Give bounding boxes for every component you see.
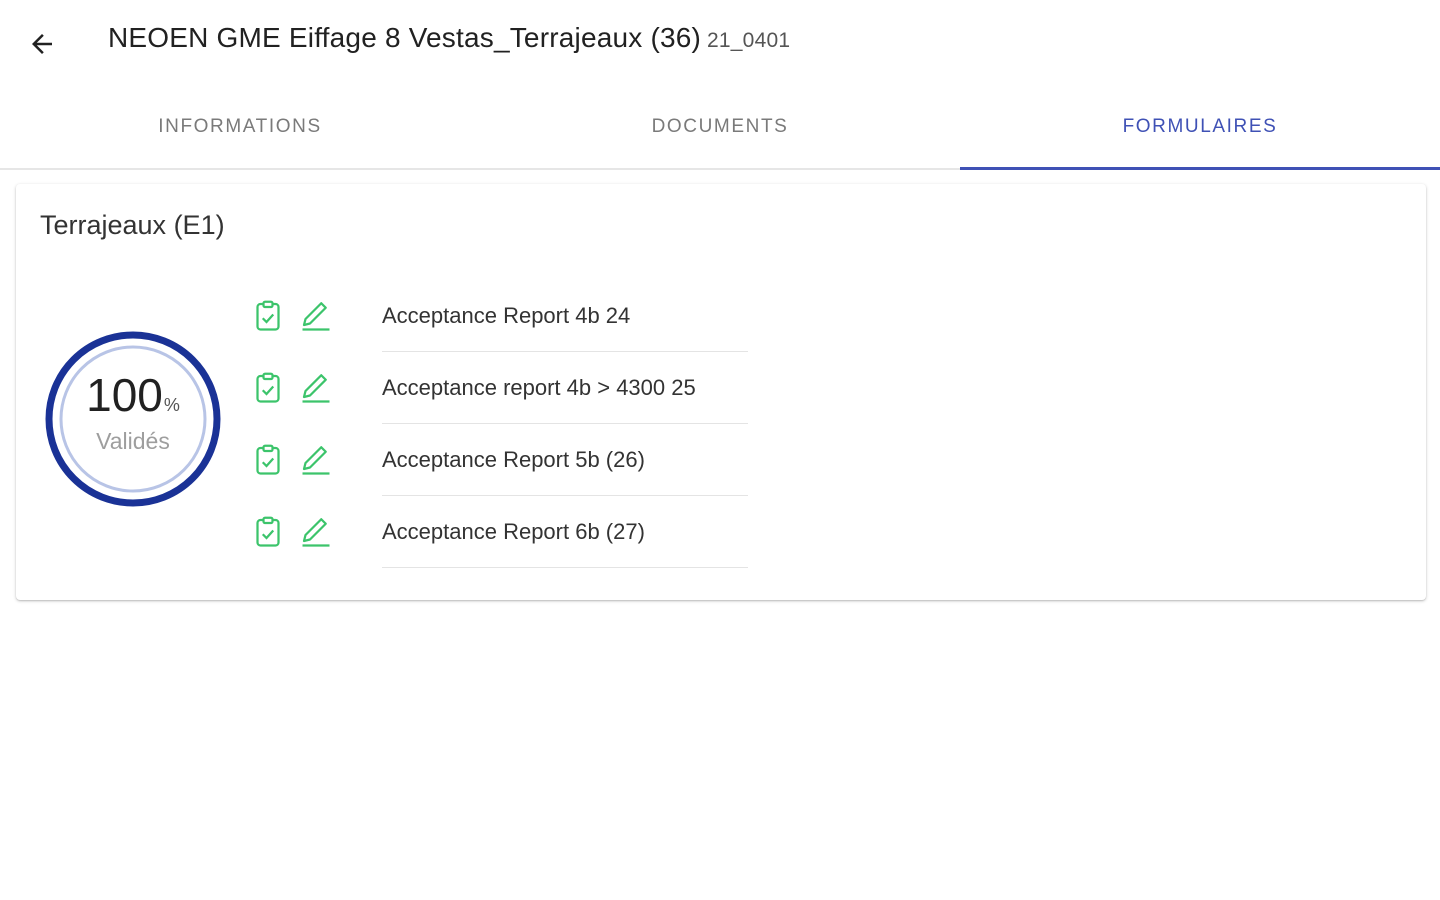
page-title: NEOEN GME Eiffage 8 Vestas_Terrajeaux (3… <box>108 22 790 54</box>
app-header: NEOEN GME Eiffage 8 Vestas_Terrajeaux (3… <box>0 0 1440 86</box>
clipboard-check-icon[interactable] <box>250 298 286 334</box>
tab-informations[interactable]: INFORMATIONS <box>0 86 480 168</box>
tab-formulaires[interactable]: FORMULAIRES <box>960 86 1440 170</box>
tab-documents[interactable]: DOCUMENTS <box>480 86 960 168</box>
pencil-icon[interactable] <box>298 370 334 406</box>
form-label[interactable]: Acceptance report 4b > 4300 25 <box>382 352 748 424</box>
progress-number: 100 <box>86 369 163 421</box>
arrow-left-icon <box>32 34 52 54</box>
pencil-icon[interactable] <box>298 298 334 334</box>
clipboard-check-icon[interactable] <box>250 514 286 550</box>
pencil-icon[interactable] <box>298 442 334 478</box>
form-row: Acceptance report 4b > 4300 25 <box>250 352 770 424</box>
form-row: Acceptance Report 6b (27) <box>250 496 770 568</box>
form-list: Acceptance Report 4b 24 Acceptance repor… <box>250 280 770 568</box>
progress-label: Validés <box>96 428 170 454</box>
progress-value: 100% <box>44 368 222 422</box>
form-label[interactable]: Acceptance Report 4b 24 <box>382 280 748 352</box>
clipboard-check-icon[interactable] <box>250 442 286 478</box>
form-label[interactable]: Acceptance Report 6b (27) <box>382 496 748 568</box>
project-title: NEOEN GME Eiffage 8 Vestas_Terrajeaux (3… <box>108 22 702 53</box>
pencil-icon[interactable] <box>298 514 334 550</box>
clipboard-check-icon[interactable] <box>250 370 286 406</box>
progress-gauge: 100% Validés <box>44 330 222 508</box>
form-row: Acceptance Report 4b 24 <box>250 280 770 352</box>
back-button[interactable] <box>22 24 62 64</box>
form-row: Acceptance Report 5b (26) <box>250 424 770 496</box>
progress-unit: % <box>163 395 180 415</box>
site-title: Terrajeaux (E1) <box>40 210 225 240</box>
site-card: Terrajeaux (E1) 100% Validés Acceptance … <box>16 184 1426 600</box>
tab-bar: INFORMATIONS DOCUMENTS FORMULAIRES <box>0 86 1440 170</box>
form-label[interactable]: Acceptance Report 5b (26) <box>382 424 748 496</box>
project-code: 21_0401 <box>707 29 791 52</box>
